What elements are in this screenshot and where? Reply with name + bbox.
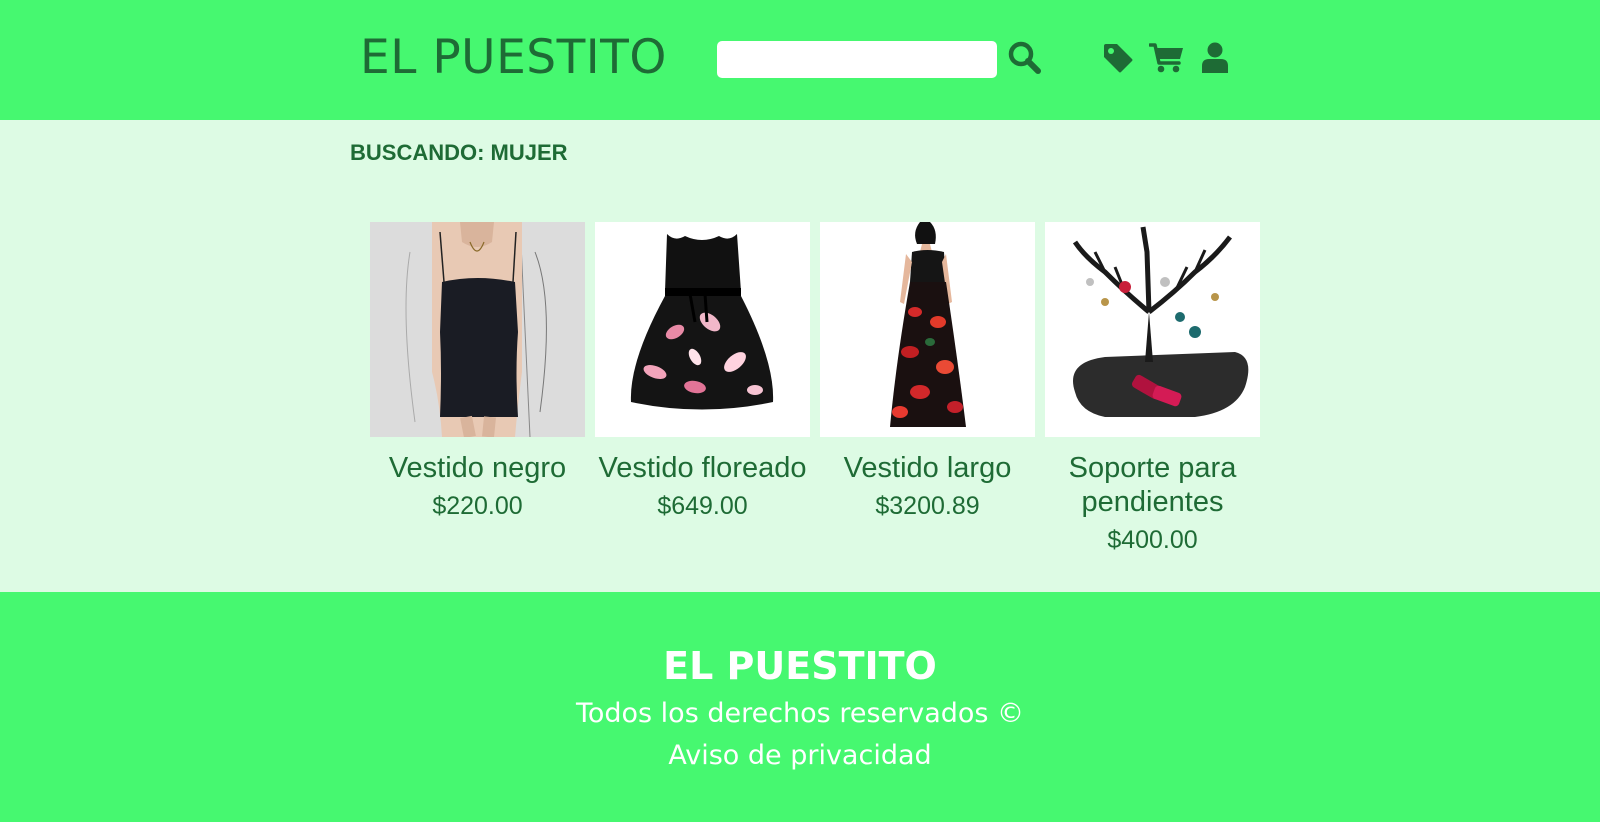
- product-image-floral-dress[interactable]: [595, 222, 810, 437]
- product-image-earring-stand[interactable]: [1045, 222, 1260, 437]
- search-input[interactable]: [717, 41, 997, 78]
- product-name[interactable]: Vestido largo: [820, 451, 1035, 485]
- site-footer: EL PUESTITO Todos los derechos reservado…: [0, 592, 1600, 822]
- product-card[interactable]: Vestido largo $3200.89: [820, 222, 1035, 521]
- product-name[interactable]: Soporte para pendientes: [1045, 451, 1260, 519]
- site-header: EL PUESTITO: [0, 0, 1600, 120]
- product-image-long-dress[interactable]: [820, 222, 1035, 437]
- product-name[interactable]: Vestido negro: [370, 451, 585, 485]
- product-price: $649.00: [657, 492, 748, 520]
- product-price: $220.00: [432, 492, 523, 520]
- product-card[interactable]: Soporte para pendientes $400.00: [1045, 222, 1260, 555]
- product-price: $400.00: [1107, 526, 1198, 554]
- privacy-link[interactable]: Aviso de privacidad: [0, 740, 1600, 771]
- tag-icon[interactable]: [1102, 42, 1134, 74]
- product-image-black-dress[interactable]: [370, 222, 585, 437]
- search-icon[interactable]: [1007, 40, 1041, 74]
- footer-logo: EL PUESTITO: [663, 644, 937, 688]
- product-card[interactable]: Vestido negro $220.00: [370, 222, 585, 521]
- cart-icon[interactable]: [1149, 42, 1185, 74]
- product-card[interactable]: Vestido floreado $649.00: [595, 222, 810, 521]
- footer-copyright: Todos los derechos reservados ©: [575, 698, 1025, 729]
- search-results-label: BUSCANDO: MUJER: [350, 140, 568, 165]
- product-name[interactable]: Vestido floreado: [595, 451, 810, 485]
- product-price: $3200.89: [875, 492, 980, 520]
- site-logo[interactable]: EL PUESTITO: [360, 30, 667, 85]
- user-icon[interactable]: [1201, 42, 1229, 74]
